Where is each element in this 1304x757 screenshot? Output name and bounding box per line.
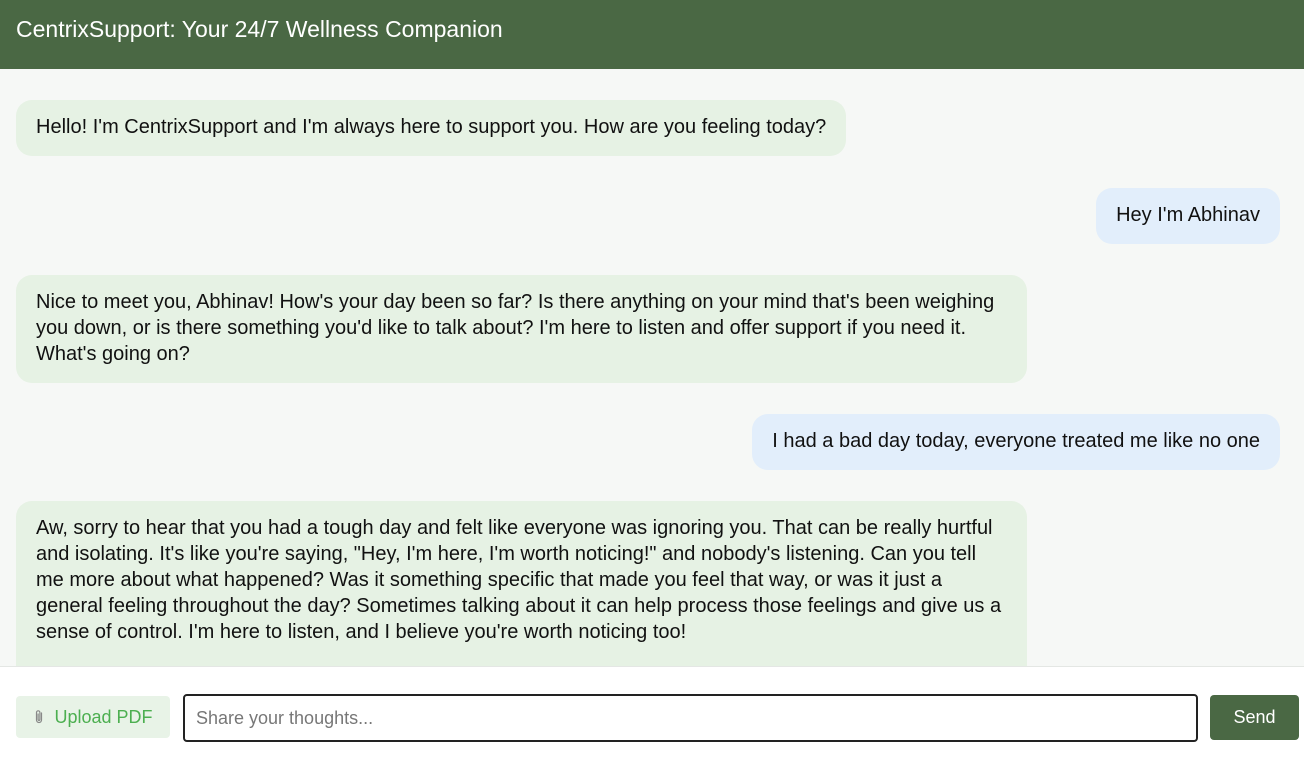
chat-messages[interactable]: Hello! I'm CentrixSupport and I'm always… (0, 69, 1304, 666)
send-button[interactable]: Send (1210, 695, 1299, 740)
bot-message: Nice to meet you, Abhinav! How's your da… (16, 275, 1027, 383)
message-input[interactable] (183, 694, 1198, 742)
chat-app: CentrixSupport: Your 24/7 Wellness Compa… (0, 0, 1304, 757)
upload-pdf-label: Upload PDF (54, 706, 153, 727)
app-header: CentrixSupport: Your 24/7 Wellness Compa… (0, 0, 1304, 69)
bot-message: Hello! I'm CentrixSupport and I'm always… (16, 100, 847, 156)
page-title: CentrixSupport: Your 24/7 Wellness Compa… (16, 16, 503, 42)
paperclip-icon (36, 710, 43, 724)
bot-message: Aw, sorry to hear that you had a tough d… (16, 501, 1027, 666)
user-message: Hey I'm Abhinav (1096, 188, 1280, 244)
upload-pdf-button[interactable]: Upload PDF (16, 696, 170, 738)
message-composer: Upload PDF Send (0, 666, 1304, 757)
user-message: I had a bad day today, everyone treated … (752, 414, 1280, 470)
